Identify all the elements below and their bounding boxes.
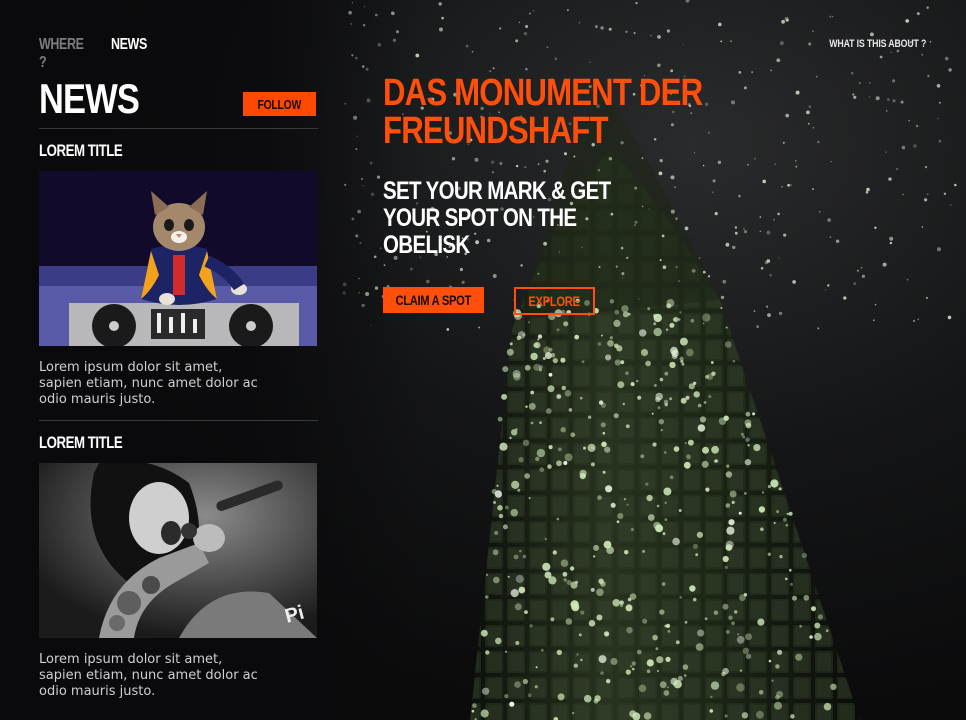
news-item-text: Lorem ipsum dolor sit amet, sapien etiam… [39,360,258,407]
explore-label: EXPLORE [528,293,581,309]
news-item-title[interactable]: LOREM TITLE [39,129,257,159]
explore-button[interactable]: EXPLORE [514,287,595,315]
about-link[interactable]: WHAT IS THIS ABOUT ? [829,38,926,50]
news-item-title[interactable]: LOREM TITLE [39,421,257,451]
nav-where-link[interactable]: WHERE ? [39,36,94,71]
news-item-text: Lorem ipsum dolor sit amet, sapien etiam… [39,652,258,699]
follow-button[interactable]: FOLLOW [243,92,316,116]
news-item: LOREM TITLE Pi Lorem ipsum dolor sit ame… [39,421,318,712]
hero-subtitle: SET YOUR MARK & GET YOUR SPOT ON THE OBE… [383,177,611,259]
news-header: NEWS FOLLOW [39,76,318,129]
singer-photo[interactable]: Pi [39,463,317,638]
claim-spot-label: CLAIM A SPOT [395,292,472,308]
claim-spot-button[interactable]: CLAIM A SPOT [383,287,484,313]
nav-news-link[interactable]: NEWS [111,36,166,56]
hero-actions: CLAIM A SPOT EXPLORE [383,287,803,315]
news-item: LOREM TITLE Lorem ipsum dolor sit amet, … [39,129,318,421]
follow-button-label: FOLLOW [257,96,302,112]
cat-dj-photo[interactable] [39,171,317,346]
hero-title: DAS MONUMENT DER FREUNDSHAFT [383,72,703,152]
top-nav: WHERE ? NEWS [39,36,181,71]
hero: DAS MONUMENT DER FREUNDSHAFT SET YOUR MA… [383,74,803,315]
news-panel: NEWS FOLLOW LOREM TITLE Lorem ipsum dolo… [39,76,318,712]
news-heading: NEWS [39,75,140,122]
